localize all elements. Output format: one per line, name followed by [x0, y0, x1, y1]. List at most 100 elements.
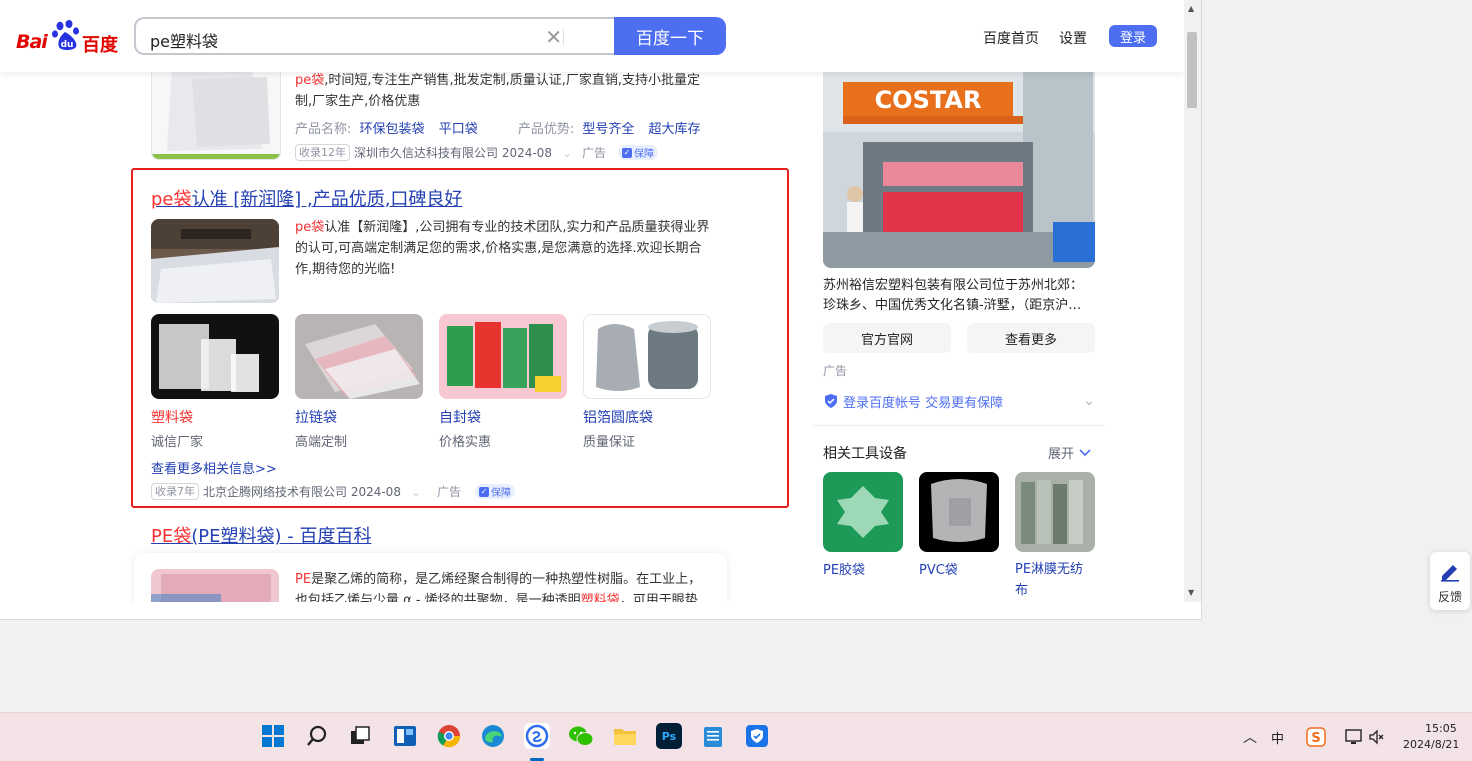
- security-center-icon[interactable]: [744, 723, 770, 749]
- clock-date[interactable]: 2024/8/21: [1403, 738, 1459, 751]
- task-view-icon[interactable]: [347, 723, 373, 749]
- attr-label: 产品名称:: [295, 122, 352, 137]
- result3-title[interactable]: PE袋(PE塑料袋) - 百度百科: [151, 522, 371, 548]
- official-site-button[interactable]: 官方官网: [823, 323, 951, 353]
- chevron-down-icon: [1079, 448, 1091, 456]
- source-company[interactable]: 深圳市久信达科技有限公司 2024-08: [354, 144, 552, 161]
- product-card-image[interactable]: [295, 314, 423, 399]
- company-banner-image[interactable]: COSTAR: [823, 72, 1095, 268]
- ime-indicator[interactable]: 中: [1271, 728, 1284, 747]
- result3-image[interactable]: [151, 569, 279, 602]
- expand-button[interactable]: 展开: [1048, 443, 1092, 462]
- notepad-icon[interactable]: [700, 723, 726, 749]
- result1-attrs: 产品名称: 环保包装袋 平口袋 产品优势: 型号齐全 超大库存: [295, 118, 701, 137]
- product-card-label[interactable]: 铝箔圆底袋: [583, 407, 653, 427]
- product-card-sub: 高端定制: [295, 435, 348, 450]
- search-icon[interactable]: [304, 723, 330, 749]
- source-company[interactable]: 北京企腾网络技术有限公司 2024-08: [203, 483, 401, 500]
- see-more-link[interactable]: 查看更多相关信息>>: [151, 458, 277, 477]
- guarantee-badge[interactable]: ✓ 保障: [618, 145, 659, 160]
- guarantee-badge[interactable]: ✓ 保障: [475, 484, 516, 499]
- ad-label: 广告: [582, 146, 607, 160]
- ad-label: 广告: [823, 364, 848, 378]
- attr-link[interactable]: 超大库存: [649, 122, 701, 137]
- widgets-icon[interactable]: [392, 723, 418, 749]
- result2-snippet: pe袋认准【新润隆】,公司拥有专业的技术团队,实力和产品质量获得业界的认可,可高…: [295, 217, 713, 280]
- vertical-scrollbar[interactable]: ▲ ▼: [1184, 0, 1201, 602]
- product-card-label[interactable]: 塑料袋: [151, 407, 193, 427]
- network-icon[interactable]: [1345, 728, 1363, 749]
- windows-start-icon[interactable]: [260, 723, 286, 749]
- windows-logo-icon: [262, 725, 284, 747]
- result2-image[interactable]: [151, 219, 279, 303]
- file-explorer-icon[interactable]: [612, 723, 638, 749]
- scrollbar-thumb[interactable]: [1187, 32, 1197, 108]
- guarantee-label: 保障: [634, 149, 655, 160]
- result2-title[interactable]: pe袋认准 [新润隆] ,产品优质,口碑良好: [151, 185, 462, 211]
- shield-icon: ✓: [622, 147, 633, 158]
- edge-glyph: [482, 725, 504, 747]
- settings-link[interactable]: 设置: [1059, 28, 1087, 48]
- clear-icon[interactable]: ✕: [545, 25, 562, 49]
- related-title: 相关工具设备: [823, 446, 907, 462]
- product-card-label[interactable]: 拉链袋: [295, 407, 337, 427]
- related-item-image[interactable]: [823, 472, 903, 552]
- related-item-label[interactable]: PVC袋: [919, 559, 958, 578]
- snippet-text: 是聚乙烯的简称，是乙烯经聚合制得的一种热塑性树脂。在工业上，: [311, 572, 702, 587]
- edge-icon[interactable]: [480, 723, 506, 749]
- title-text: (PE塑料袋) - 百度百科: [191, 526, 372, 547]
- snippet-highlight: 塑料袋: [580, 593, 620, 602]
- product-card-image[interactable]: [583, 314, 711, 399]
- snippet-text: ,时间短,专注生产销售,批发定制,质量认证,厂家直销,支持小批量定制,厂家生产,…: [295, 73, 701, 109]
- taskbar: Ps ︿ 中 S 15:05 2024/8/21: [0, 712, 1472, 761]
- search-divider: [563, 29, 564, 45]
- notepad-glyph: [704, 727, 722, 747]
- index-age-tag: 收录7年: [151, 483, 199, 500]
- related-item-image[interactable]: [919, 472, 999, 552]
- attr-link[interactable]: 型号齐全: [582, 122, 634, 137]
- related-item-label[interactable]: PE胶袋: [823, 559, 865, 578]
- tray-chevron-up-icon[interactable]: ︿: [1243, 727, 1257, 747]
- product-card-label[interactable]: 自封袋: [439, 407, 481, 427]
- product-card-image[interactable]: [151, 314, 279, 399]
- baidu-logo[interactable]: Bai du 百度: [16, 20, 120, 56]
- snippet-highlight: pe袋: [295, 73, 325, 88]
- clock-time[interactable]: 15:05: [1425, 722, 1457, 735]
- result3-snippet: PE是聚乙烯的简称，是乙烯经聚合制得的一种热塑性树脂。在工业上， 也包括乙烯与少…: [295, 569, 715, 602]
- product-card-image[interactable]: [439, 314, 567, 399]
- attr-link[interactable]: 平口袋: [439, 122, 478, 137]
- login-tip[interactable]: 登录百度帐号 交易更有保障 ⌄: [823, 391, 1095, 411]
- sogou-browser-icon[interactable]: [524, 723, 550, 749]
- volume-muted-icon[interactable]: [1368, 728, 1386, 749]
- foil-bag-image: [584, 315, 710, 398]
- chrome-icon[interactable]: [436, 723, 462, 749]
- pen-icon: [1441, 565, 1459, 582]
- expand-label: 展开: [1048, 447, 1075, 462]
- related-item-image[interactable]: [1015, 472, 1095, 552]
- scroll-up-icon[interactable]: ▲: [1188, 4, 1194, 13]
- attr-link[interactable]: 环保包装袋: [360, 122, 425, 137]
- feedback-button[interactable]: 反馈: [1430, 552, 1470, 610]
- product-card-sub: 质量保证: [583, 435, 636, 450]
- wechat-icon[interactable]: [568, 723, 594, 749]
- login-button[interactable]: 登录: [1109, 25, 1157, 47]
- search-button[interactable]: 百度一下: [614, 17, 726, 55]
- top-header: Bai du 百度 pe塑料袋 ✕ 百度一下 百度首页 设置 登录: [0, 0, 1184, 72]
- svg-text:du: du: [61, 40, 74, 50]
- chevron-down-icon[interactable]: ⌄: [411, 485, 421, 499]
- related-item-label[interactable]: PE淋膜无纺布: [1015, 559, 1095, 601]
- baidu-home-link[interactable]: 百度首页: [983, 28, 1039, 48]
- sogou-ime-icon[interactable]: S: [1306, 727, 1326, 747]
- photoshop-icon[interactable]: Ps: [656, 723, 682, 749]
- chevron-down-icon[interactable]: ⌄: [1083, 393, 1095, 409]
- snippet-highlight: pe袋: [295, 220, 325, 235]
- see-more-button[interactable]: 查看更多: [967, 323, 1095, 353]
- scroll-down-icon[interactable]: ▼: [1188, 588, 1194, 597]
- sogou-s-glyph: S: [1306, 727, 1326, 747]
- search-input[interactable]: pe塑料袋 ✕: [134, 17, 614, 55]
- chevron-down-icon[interactable]: ⌄: [562, 146, 572, 160]
- monitor-glyph: [1345, 729, 1362, 744]
- logo-text-cn: 百度: [82, 35, 118, 56]
- result1-image[interactable]: [151, 58, 281, 160]
- wechat-glyph: [569, 726, 594, 746]
